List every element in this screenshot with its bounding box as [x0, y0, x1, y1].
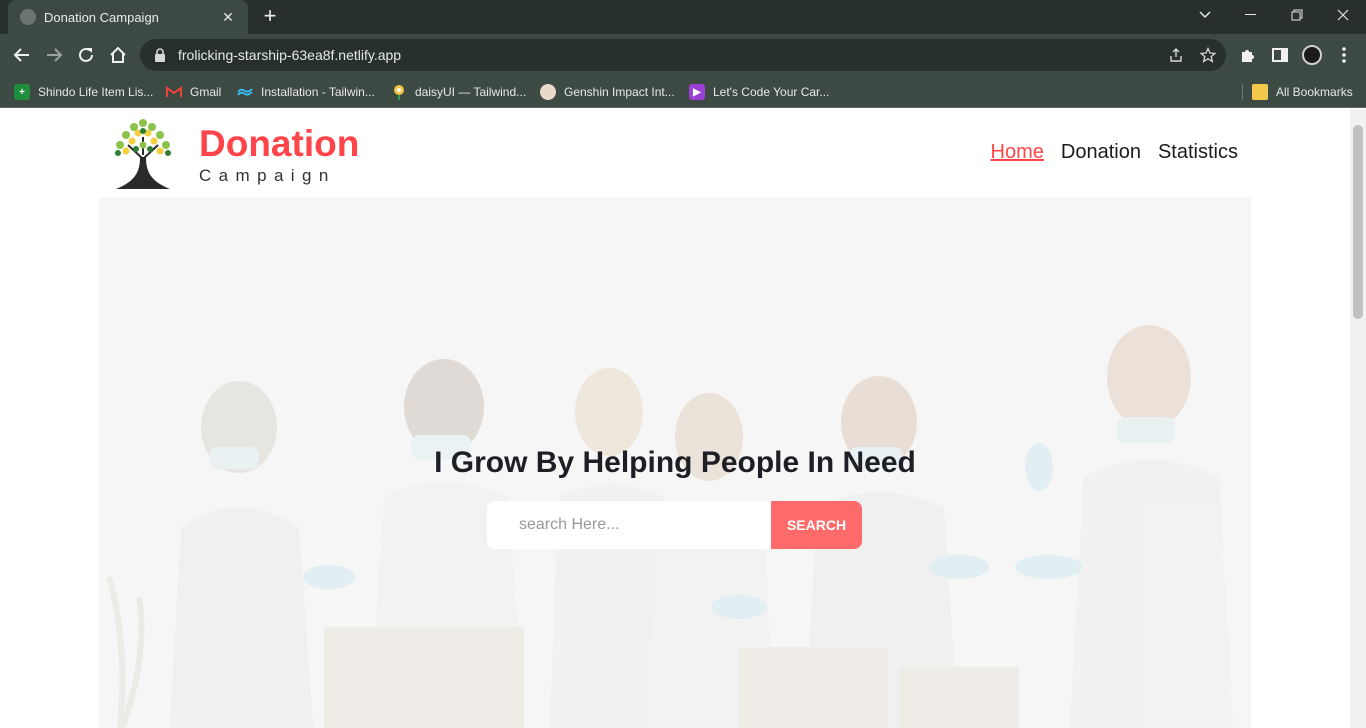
- site-header: Donation Campaign Home Donation Statisti…: [99, 109, 1251, 197]
- nav-statistics[interactable]: Statistics: [1158, 141, 1238, 164]
- logo-subtitle: Campaign: [199, 166, 336, 185]
- back-button[interactable]: [8, 41, 36, 69]
- home-button[interactable]: [104, 41, 132, 69]
- minimize-button[interactable]: [1228, 0, 1274, 30]
- genshin-icon: [540, 84, 556, 100]
- hero-title: I Grow By Helping People In Need: [434, 446, 916, 479]
- logo-title: Donation: [199, 123, 360, 164]
- bookmark-label: Let's Code Your Car...: [713, 85, 830, 99]
- daisyui-icon: [391, 84, 407, 100]
- reload-button[interactable]: [72, 41, 100, 69]
- globe-icon: [20, 9, 36, 25]
- bookmark-label: Shindo Life Item Lis...: [38, 85, 154, 99]
- bookmark-item[interactable]: Installation - Tailwin...: [237, 82, 375, 102]
- page-scrollbar[interactable]: [1350, 109, 1366, 728]
- bookmarks-divider: [1242, 84, 1243, 100]
- bookmark-item[interactable]: Genshin Impact Int...: [540, 82, 675, 102]
- extensions-icon[interactable]: [1238, 45, 1258, 65]
- tailwind-icon: [237, 84, 253, 100]
- scrollbar-thumb[interactable]: [1353, 125, 1363, 319]
- bookmark-item[interactable]: ▶ Let's Code Your Car...: [689, 82, 829, 102]
- address-bar[interactable]: frolicking-starship-63ea8f.netlify.app: [140, 39, 1226, 71]
- profile-avatar[interactable]: [1302, 45, 1322, 65]
- menu-kebab-icon[interactable]: [1334, 45, 1354, 65]
- hero-banner: I Grow By Helping People In Need SEARCH: [99, 197, 1251, 728]
- nav-home[interactable]: Home: [991, 141, 1044, 164]
- search-input[interactable]: [487, 501, 771, 549]
- bookmark-label: daisyUI — Tailwind...: [415, 85, 527, 99]
- bookmark-label: Installation - Tailwin...: [261, 85, 375, 99]
- nav-donation[interactable]: Donation: [1061, 141, 1141, 164]
- tree-logo-icon[interactable]: [106, 115, 180, 191]
- play-icon: ▶: [689, 84, 705, 100]
- browser-tab[interactable]: Donation Campaign ✕: [8, 0, 248, 34]
- search-button[interactable]: SEARCH: [771, 501, 862, 549]
- forward-button[interactable]: [40, 41, 68, 69]
- browser-titlebar: Donation Campaign ✕ +: [0, 0, 1366, 34]
- folder-icon: [1252, 84, 1268, 100]
- side-panel-icon[interactable]: [1270, 45, 1290, 65]
- tab-close-icon[interactable]: ✕: [220, 9, 236, 26]
- new-tab-button[interactable]: +: [258, 5, 282, 29]
- restore-button[interactable]: [1274, 0, 1320, 30]
- tab-title: Donation Campaign: [44, 9, 159, 25]
- tab-search-icon[interactable]: [1182, 0, 1228, 30]
- bookmark-item[interactable]: Gmail: [166, 82, 221, 102]
- bookmark-item[interactable]: + Shindo Life Item Lis...: [14, 82, 153, 102]
- bookmark-label: Genshin Impact Int...: [564, 85, 675, 99]
- page-viewport: Donation Campaign Home Donation Statisti…: [0, 109, 1366, 728]
- bookmark-item[interactable]: daisyUI — Tailwind...: [391, 82, 526, 102]
- close-window-button[interactable]: [1320, 0, 1366, 30]
- all-bookmarks-label: All Bookmarks: [1276, 85, 1353, 99]
- url-text: frolicking-starship-63ea8f.netlify.app: [178, 47, 402, 63]
- bookmark-star-icon[interactable]: [1200, 47, 1216, 63]
- lock-icon: [155, 48, 165, 62]
- bookmark-label: Gmail: [190, 85, 222, 99]
- gmail-icon: [166, 84, 182, 100]
- share-icon[interactable]: [1168, 47, 1184, 63]
- bookmarks-bar: + Shindo Life Item Lis... Gmail Installa…: [0, 76, 1366, 108]
- all-bookmarks-button[interactable]: All Bookmarks: [1252, 82, 1353, 102]
- plus-square-icon: +: [14, 84, 30, 100]
- main-nav: Home Donation Statistics: [991, 141, 1238, 164]
- browser-toolbar: frolicking-starship-63ea8f.netlify.app: [0, 34, 1366, 76]
